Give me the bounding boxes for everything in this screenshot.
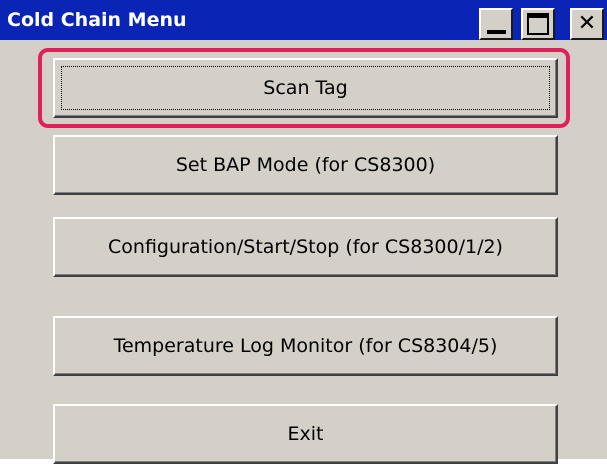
cold-chain-window: Cold Chain Menu ✕ Scan Tag Set BAP Mode … [0,0,607,464]
maximize-icon [527,13,549,35]
temperature-log-monitor-button[interactable]: Temperature Log Monitor (for CS8304/5) [53,316,558,376]
title-bar[interactable]: Cold Chain Menu ✕ [0,0,607,40]
window-title: Cold Chain Menu [7,9,187,31]
exit-button[interactable]: Exit [53,404,558,464]
minimize-button[interactable] [479,8,513,40]
set-bap-mode-label: Set BAP Mode (for CS8300) [175,154,436,176]
scan-tag-button[interactable]: Scan Tag [53,58,558,118]
set-bap-mode-button[interactable]: Set BAP Mode (for CS8300) [53,135,558,195]
configuration-start-stop-button[interactable]: Configuration/Start/Stop (for CS8300/1/2… [53,217,558,277]
temperature-log-monitor-label: Temperature Log Monitor (for CS8304/5) [113,335,498,357]
menu-panel: Scan Tag Set BAP Mode (for CS8300) Confi… [0,40,607,464]
scan-tag-label: Scan Tag [263,77,348,99]
minimize-icon [487,30,506,34]
close-button[interactable]: ✕ [570,8,604,40]
configuration-start-stop-label: Configuration/Start/Stop (for CS8300/1/2… [108,236,503,258]
exit-label: Exit [287,423,324,445]
close-icon: ✕ [577,11,597,36]
maximize-button[interactable] [521,8,555,40]
